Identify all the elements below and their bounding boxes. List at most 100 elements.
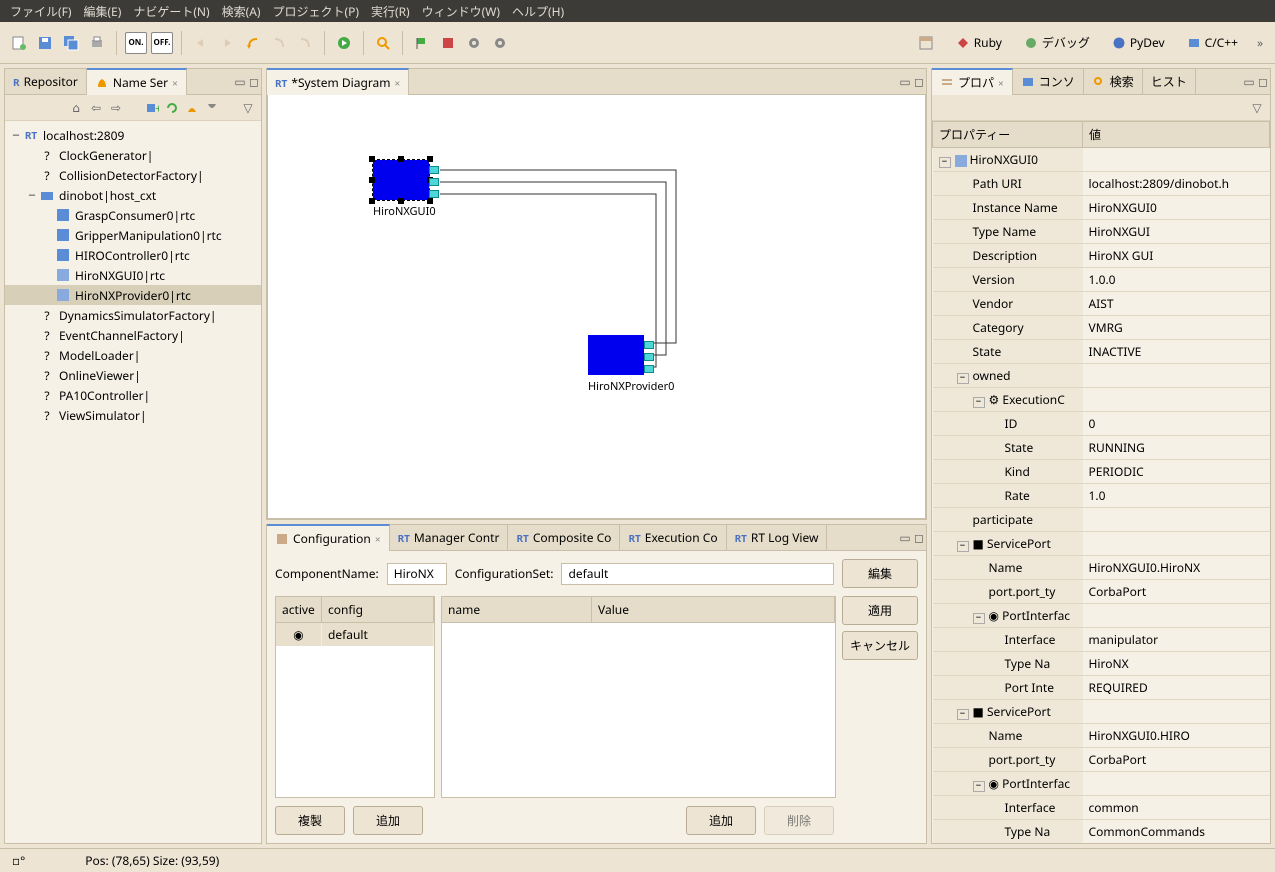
delete-icon[interactable] <box>205 101 219 115</box>
configvalues-table[interactable]: nameValue <box>441 596 836 798</box>
tree-item[interactable]: ?PA10Controller| <box>5 385 261 405</box>
filter-icon[interactable] <box>185 101 199 115</box>
tab-system-diagram[interactable]: RT*System Diagram× <box>267 68 409 95</box>
port-icon[interactable] <box>644 365 654 373</box>
duplicate-button[interactable]: 複製 <box>275 806 345 835</box>
search-button[interactable] <box>372 32 394 54</box>
configset-table[interactable]: activeconfig ◉default <box>275 596 435 798</box>
collapse-icon[interactable]: − <box>9 128 23 142</box>
run-button[interactable] <box>333 32 355 54</box>
tab-composite[interactable]: RTComposite Co <box>508 525 620 550</box>
tree-item-selected[interactable]: HiroNXProvider0|rtc <box>5 285 261 305</box>
perspective-debug[interactable]: デバッグ <box>1017 31 1097 54</box>
prop-row[interactable]: −◉ PortInterfac <box>933 604 1270 628</box>
add-button[interactable]: 追加 <box>353 806 423 835</box>
active-radio[interactable]: ◉ <box>276 623 322 646</box>
nameservice-tree[interactable]: −RTlocalhost:2809 ?ClockGenerator| ?Coll… <box>5 121 261 843</box>
prop-row[interactable]: Rate1.0 <box>933 484 1270 508</box>
tab-history[interactable]: ヒスト <box>1143 69 1196 94</box>
flag-button[interactable] <box>411 32 433 54</box>
tree-item[interactable]: ?EventChannelFactory| <box>5 325 261 345</box>
collapse-icon[interactable]: − <box>25 188 39 202</box>
maximize-icon[interactable]: ◻ <box>247 75 261 89</box>
maximize-icon[interactable]: ◻ <box>912 75 926 89</box>
maximize-icon[interactable]: ◻ <box>912 531 926 545</box>
tree-item[interactable]: ?OnlineViewer| <box>5 365 261 385</box>
menu-search[interactable]: 検索(A) <box>218 1 265 22</box>
refresh-icon[interactable] <box>165 101 179 115</box>
tab-manager[interactable]: RTManager Contr <box>390 525 509 550</box>
menu-run[interactable]: 実行(R) <box>367 1 414 22</box>
menu-dropdown-icon[interactable]: ▽ <box>241 101 255 115</box>
collapse-icon[interactable]: − <box>957 541 969 552</box>
prop-row[interactable]: ID0 <box>933 412 1270 436</box>
menu-file[interactable]: ファイル(F) <box>6 1 75 22</box>
port-icon[interactable] <box>429 178 439 186</box>
tab-repository[interactable]: RRepositor <box>5 69 87 94</box>
perspective-pydev[interactable]: PyDev <box>1105 31 1172 54</box>
menu-navigate[interactable]: ナビゲート(N) <box>129 1 213 22</box>
add2-button[interactable]: 追加 <box>686 806 756 835</box>
close-icon[interactable]: × <box>998 76 1004 90</box>
prop-row[interactable]: port.port_tyCorbaPort <box>933 748 1270 772</box>
collapse-icon[interactable]: − <box>973 781 985 792</box>
close-icon[interactable]: × <box>172 76 178 90</box>
prop-row[interactable]: Interfacemanipulator <box>933 628 1270 652</box>
prop-row[interactable]: −owned <box>933 364 1270 388</box>
prop-row[interactable]: −◉ PortInterfac <box>933 772 1270 796</box>
properties-view[interactable]: プロパティー値 − HiroNXGUI0 Path URIlocalhost:2… <box>932 121 1270 843</box>
minimize-icon[interactable]: ▭ <box>233 75 247 89</box>
tab-console[interactable]: コンソ <box>1013 69 1084 94</box>
prop-row[interactable]: Instance NameHiroNXGUI0 <box>933 196 1270 220</box>
prop-row[interactable]: DescriptionHiroNX GUI <box>933 244 1270 268</box>
prop-row[interactable]: − HiroNXGUI0 <box>933 148 1270 172</box>
prop-row[interactable]: Type NaHiroNX <box>933 652 1270 676</box>
cancel-button[interactable]: キャンセル <box>842 631 918 660</box>
nav-back-button[interactable] <box>242 32 264 54</box>
tree-item[interactable]: ?ViewSimulator| <box>5 405 261 425</box>
component-hironxprovider0[interactable]: HiroNXProvider0 <box>588 335 674 394</box>
prop-row[interactable]: StateINACTIVE <box>933 340 1270 364</box>
delete-button[interactable]: 削除 <box>764 806 834 835</box>
edit-button[interactable]: 編集 <box>842 559 918 588</box>
gear2-button[interactable] <box>489 32 511 54</box>
tab-nameservice[interactable]: Name Ser× <box>87 68 187 95</box>
collapse-icon[interactable]: − <box>973 613 985 624</box>
close-icon[interactable]: × <box>375 532 381 546</box>
menu-window[interactable]: ウィンドウ(W) <box>418 1 504 22</box>
prop-row[interactable]: Path URIlocalhost:2809/dinobot.h <box>933 172 1270 196</box>
maximize-icon[interactable]: ◻ <box>1256 75 1270 89</box>
apply-button[interactable]: 適用 <box>842 596 918 625</box>
redo-button[interactable] <box>216 32 238 54</box>
undo-button[interactable] <box>190 32 212 54</box>
tree-item[interactable]: HIROController0|rtc <box>5 245 261 265</box>
prop-row[interactable]: KindPERIODIC <box>933 460 1270 484</box>
close-icon[interactable]: × <box>395 76 401 90</box>
prop-row[interactable]: Type NameHiroNXGUI <box>933 220 1270 244</box>
open-perspective-button[interactable] <box>911 32 941 54</box>
perspective-more-icon[interactable]: » <box>1253 36 1267 50</box>
tree-item[interactable]: HiroNXGUI0|rtc <box>5 265 261 285</box>
tree-item[interactable]: GraspConsumer0|rtc <box>5 205 261 225</box>
tree-item-folder[interactable]: −dinobot|host_cxt <box>5 185 261 205</box>
prop-row[interactable]: Version1.0.0 <box>933 268 1270 292</box>
prop-row[interactable]: −⚙ ExecutionC <box>933 388 1270 412</box>
back-icon[interactable]: ⇦ <box>89 101 103 115</box>
stop-button[interactable] <box>437 32 459 54</box>
configset-field[interactable] <box>561 563 834 585</box>
collapse-icon[interactable]: − <box>957 709 969 720</box>
minimize-icon[interactable]: ▭ <box>898 531 912 545</box>
menu-edit[interactable]: 編集(E) <box>79 1 125 22</box>
perspective-ruby[interactable]: Ruby <box>949 31 1009 54</box>
toggle-on-button[interactable]: ON. <box>125 32 147 54</box>
tab-execution[interactable]: RTExecution Co <box>620 525 726 550</box>
tree-item[interactable]: ?DynamicsSimulatorFactory| <box>5 305 261 325</box>
toggle-off-button[interactable]: OFF. <box>151 32 173 54</box>
port-icon[interactable] <box>429 190 439 198</box>
prop-row[interactable]: −■ ServicePort <box>933 700 1270 724</box>
prop-row[interactable]: Type NaCommonCommands <box>933 820 1270 844</box>
collapse-icon[interactable]: − <box>973 397 985 408</box>
minimize-icon[interactable]: ▭ <box>898 75 912 89</box>
port-icon[interactable] <box>644 341 654 349</box>
tab-search[interactable]: 検索 <box>1084 69 1143 94</box>
